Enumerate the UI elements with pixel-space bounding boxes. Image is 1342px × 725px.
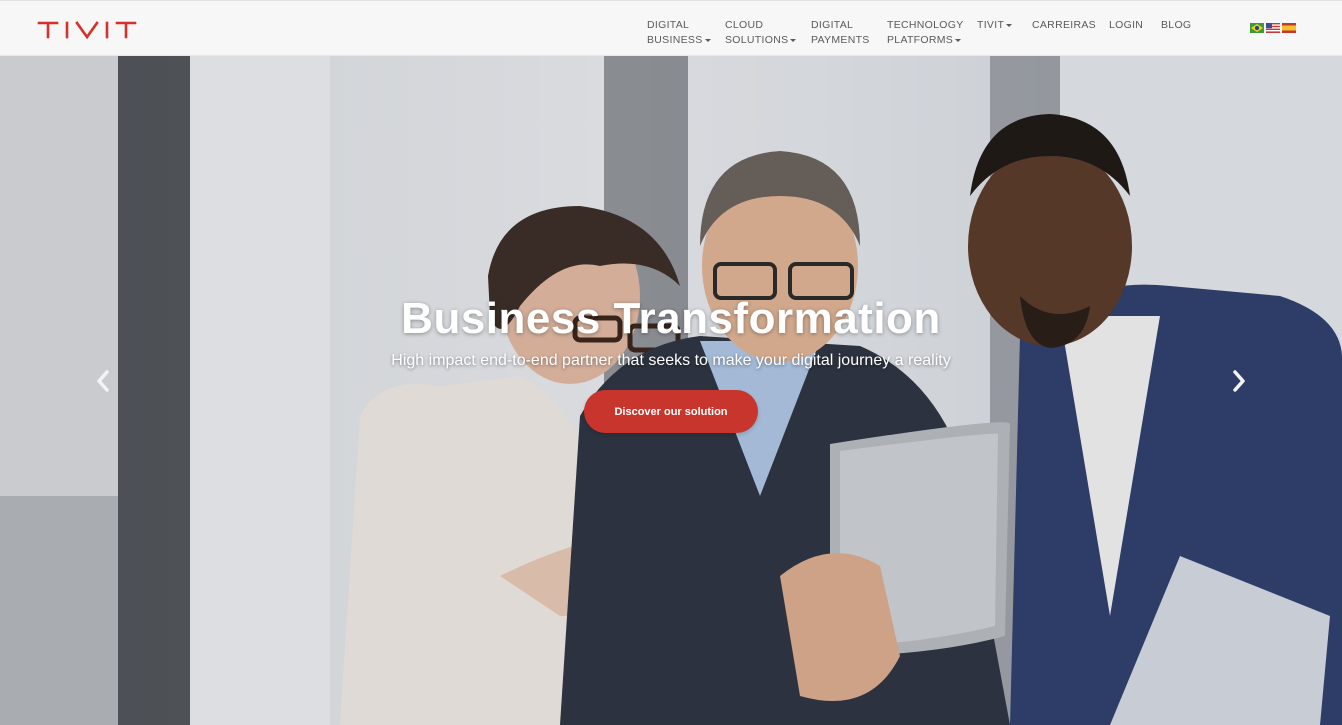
top-navbar: DIGITAL BUSINESS CLOUD SOLUTIONS DIGITAL… [0,0,1342,56]
caret-down-icon [790,38,797,42]
discover-solution-button[interactable]: Discover our solution [584,390,758,433]
chevron-left-icon [97,370,109,392]
nav-label-line1: BLOG [1161,19,1192,31]
nav-label-line1: TECHNOLOGY [887,19,964,31]
nav-cloud-solutions[interactable]: CLOUD SOLUTIONS [725,18,797,48]
nav-label-line1: TIVIT [977,19,1005,31]
usa-flag-icon[interactable] [1266,23,1280,33]
nav-label-line1: CLOUD [725,19,764,31]
carousel-next-button[interactable] [1224,366,1254,396]
nav-label-line2: SOLUTIONS [725,34,789,46]
caret-down-icon [704,38,711,42]
nav-carreiras[interactable]: CARREIRAS [1032,18,1096,33]
hero-carousel: Business Transformation High impact end-… [0,56,1342,725]
nav-login[interactable]: LOGIN [1109,18,1143,33]
nav-label-line2: PLATFORMS [887,34,954,46]
hero-subtitle: High impact end-to-end partner that seek… [391,352,951,369]
nav-label-line1: DIGITAL [647,19,690,31]
caret-down-icon [1006,23,1013,27]
nav-label-line1: DIGITAL [811,19,854,31]
chevron-right-icon [1233,370,1245,392]
caret-down-icon [955,38,962,42]
brazil-flag-icon[interactable] [1250,23,1264,33]
nav-blog[interactable]: BLOG [1161,18,1191,33]
hero-title: Business Transformation [401,294,941,343]
nav-label-line2: BUSINESS [647,34,703,46]
nav-digital-payments[interactable]: DIGITAL PAYMENTS [811,18,870,48]
language-selector [1250,23,1296,33]
nav-label-line1: LOGIN [1109,19,1144,31]
carousel-prev-button[interactable] [88,366,118,396]
nav-label-line2: PAYMENTS [811,34,870,46]
nav-digital-business[interactable]: DIGITAL BUSINESS [647,18,711,48]
nav-tivit[interactable]: TIVIT [977,18,1013,33]
tivit-logo[interactable] [37,20,141,40]
spain-flag-icon[interactable] [1282,23,1296,33]
nav-technology-platforms[interactable]: TECHNOLOGY PLATFORMS [887,18,964,48]
nav-label-line1: CARREIRAS [1032,19,1096,31]
